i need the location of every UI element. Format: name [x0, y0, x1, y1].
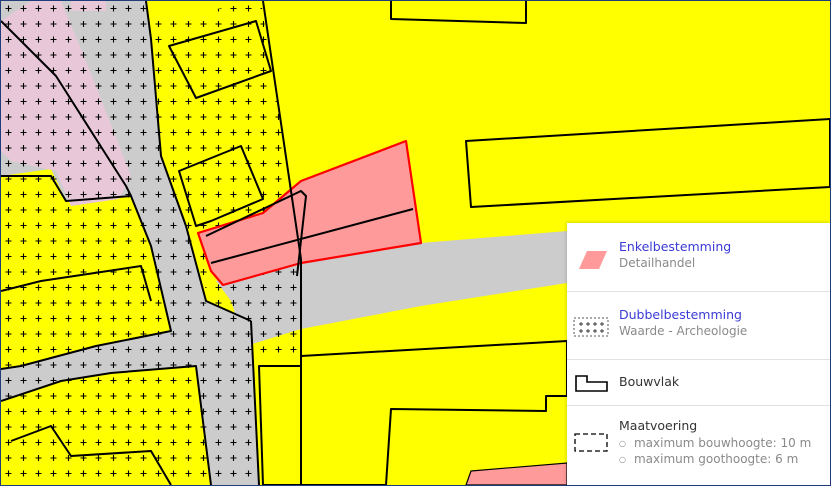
legend-title-enkelbestemming[interactable]: Enkelbestemming [619, 239, 731, 254]
legend-subtitle-archeologie: Waarde - Archeologie [619, 324, 748, 338]
maatvoering-list: maximum bouwhoogte: 10 m maximum goothoo… [619, 435, 811, 467]
legend-item-bouwvlak: Bouwvlak [567, 359, 830, 406]
maatvoering-item-bouwhoogte: maximum bouwhoogte: 10 m [619, 435, 811, 451]
map-viewer[interactable]: Enkelbestemming Detailhandel Dubbelbeste… [0, 0, 831, 486]
legend-subtitle-detailhandel: Detailhandel [619, 256, 696, 270]
legend-item-enkelbestemming: Enkelbestemming Detailhandel [567, 223, 830, 292]
pink-parallelogram-swatch-icon [579, 251, 607, 269]
legend-item-maatvoering: Maatvoering maximum bouwhoogte: 10 m max… [567, 405, 830, 485]
dashed-rectangle-swatch-icon [574, 433, 608, 452]
map-legend: Enkelbestemming Detailhandel Dubbelbeste… [567, 223, 830, 485]
legend-item-dubbelbestemming: Dubbelbestemming Waarde - Archeologie [567, 291, 830, 360]
building-outline-swatch-icon [575, 375, 608, 392]
maatvoering-item-goothoogte: maximum goothoogte: 6 m [619, 451, 811, 467]
legend-title-dubbelbestemming[interactable]: Dubbelbestemming [619, 307, 742, 322]
plus-pattern-swatch-icon [573, 317, 609, 337]
legend-label-bouwvlak: Bouwvlak [619, 374, 680, 389]
legend-label-maatvoering: Maatvoering [619, 418, 698, 433]
